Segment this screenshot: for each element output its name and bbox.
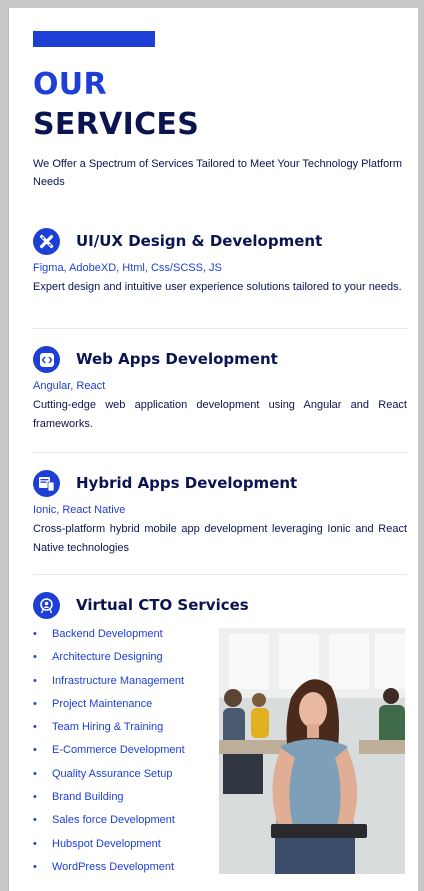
- code-window-icon: [33, 346, 60, 373]
- divider: [33, 452, 407, 453]
- service-title: UI/UX Design & Development: [76, 232, 323, 250]
- list-item: • Backend Development: [33, 628, 185, 651]
- bullet: •: [33, 837, 37, 850]
- intro-text: We Offer a Spectrum of Services Tailored…: [33, 158, 403, 188]
- office-photo: [219, 628, 405, 874]
- services-card: OUR SERVICES We Offer a Spectrum of Serv…: [8, 8, 418, 891]
- service-title: Web Apps Development: [76, 350, 278, 368]
- accent-bar: [33, 31, 155, 47]
- service-title: Virtual CTO Services: [76, 596, 249, 614]
- service-uiux: UI/UX Design & Development Figma, AdobeX…: [33, 228, 407, 293]
- bullet: •: [33, 721, 37, 734]
- list-item-label: Brand Building: [52, 791, 124, 804]
- bullet: •: [33, 791, 37, 804]
- service-title: Hybrid Apps Development: [76, 474, 298, 492]
- heading-services: SERVICES: [33, 107, 200, 142]
- service-webapps: Web Apps Development Angular, React Cutt…: [33, 346, 407, 430]
- list-item: • Quality Assurance Setup: [33, 768, 185, 791]
- list-item-label: WordPress Development: [52, 860, 175, 873]
- bullet: •: [33, 697, 37, 710]
- cto-badge-icon: [33, 592, 60, 619]
- service-description: Cross-platform hybrid mobile app develop…: [33, 523, 407, 554]
- list-item-label: E-Commerce Development: [52, 744, 185, 757]
- bullet: •: [33, 814, 37, 827]
- cto-services-list: • Backend Development • Architecture Desig…: [33, 628, 185, 884]
- list-item: • Architecture Designing: [33, 651, 185, 674]
- list-item: • Sales force Development: [33, 814, 185, 837]
- list-item-label: Project Maintenance: [52, 697, 153, 710]
- divider: [33, 574, 407, 575]
- service-tech: Angular, React: [33, 380, 106, 392]
- bullet: •: [33, 744, 37, 757]
- list-item-label: Quality Assurance Setup: [52, 767, 173, 780]
- bullet: •: [33, 628, 37, 640]
- bullet: •: [33, 767, 37, 780]
- service-description: Cutting-edge web application development…: [33, 399, 407, 430]
- list-item-label: Sales force Development: [52, 814, 175, 827]
- bullet: •: [33, 860, 37, 873]
- list-item-label: Hubspot Development: [52, 837, 161, 850]
- list-item: • WordPress Development: [33, 861, 185, 884]
- list-item: • Team Hiring & Training: [33, 721, 185, 744]
- service-cto: Virtual CTO Services: [33, 592, 407, 620]
- bullet: •: [33, 651, 37, 664]
- service-hybrid: Hybrid Apps Development Ionic, React Nat…: [33, 470, 407, 554]
- bullet: •: [33, 674, 37, 687]
- divider: [33, 328, 407, 329]
- list-item: • Infrastructure Management: [33, 675, 185, 698]
- list-item-label: Team Hiring & Training: [52, 721, 164, 734]
- list-item-label: Infrastructure Management: [52, 674, 185, 687]
- heading-our: OUR: [33, 67, 107, 102]
- service-tech: Ionic, React Native: [33, 504, 126, 516]
- list-item-label: Architecture Designing: [52, 651, 163, 664]
- service-description: Expert design and intuitive user experie…: [33, 281, 402, 293]
- list-item-label: Backend Development: [52, 628, 163, 640]
- list-item: • Brand Building: [33, 791, 185, 814]
- list-item: • Project Maintenance: [33, 698, 185, 721]
- list-item: • Hubspot Development: [33, 838, 185, 861]
- devices-icon: [33, 470, 60, 497]
- service-tech: Figma, AdobeXD, Html, Css/SCSS, JS: [33, 262, 222, 274]
- design-tools-icon: [33, 228, 60, 255]
- list-item: • E-Commerce Development: [33, 744, 185, 767]
